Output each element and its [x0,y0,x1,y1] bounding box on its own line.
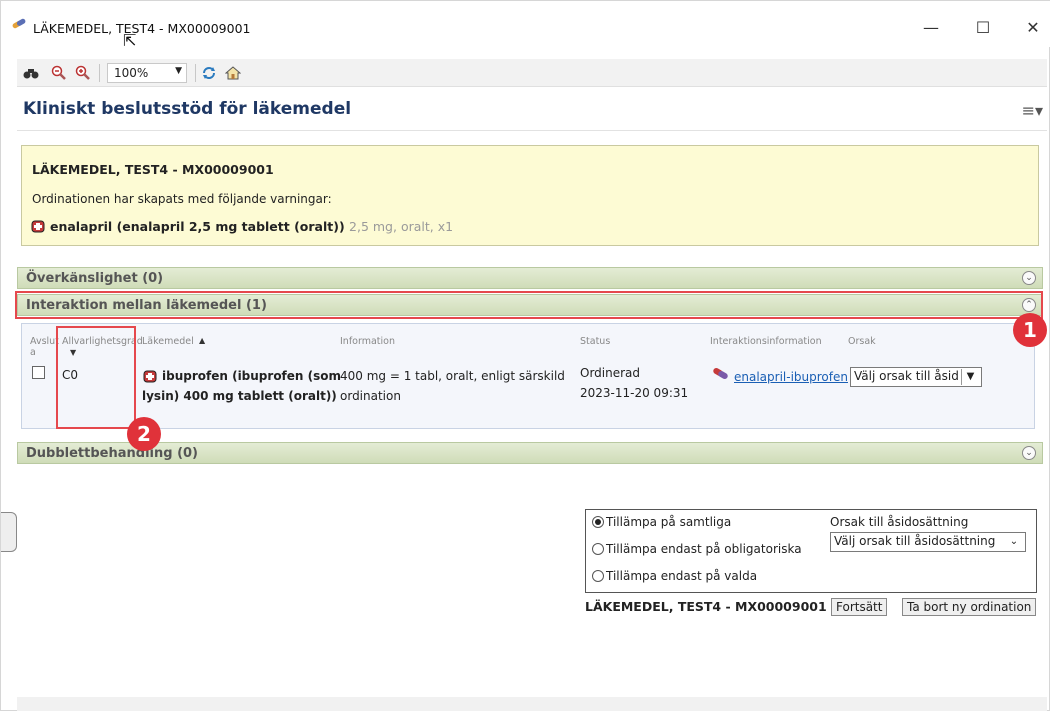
interaction-panel: Avslut a Allvarlighetsgrad ▼ Läkemedel ▲… [21,323,1035,429]
callout-badge-1: 1 [1013,313,1047,347]
app-icon [12,18,26,29]
sort-up-icon: ▲ [199,336,206,345]
col-header-interinfo: Interaktionsinformation [710,336,822,347]
footer-patient-name: LÄKEMEDEL, TEST4 - MX00009001 [585,599,827,614]
home-icon[interactable] [225,65,241,81]
refresh-icon[interactable] [201,65,217,81]
section-duplicate[interactable]: Dubblettbehandling (0) ⌄ [17,442,1043,464]
page-header: Kliniskt beslutsstöd för läkemedel ≡▾ [17,91,1047,131]
toolbar-separator [195,64,196,82]
toolbar-separator [99,64,100,82]
interaction-info: 400 mg = 1 tabl, oralt, enligt särskild … [340,369,565,403]
warning-drug: enalapril (enalapril 2,5 mg tablett (ora… [30,218,453,234]
window-title: LÄKEMEDEL, TEST4 - MX00009001 [33,21,251,36]
title-bar: LÄKEMEDEL, TEST4 - MX00009001 ⇱ — ☐ ✕ [1,1,1050,50]
radio-apply-mandatory-label: Tillämpa endast på obligatoriska [606,542,802,556]
warning-box: LÄKEMEDEL, TEST4 - MX00009001 Ordination… [21,145,1039,246]
reason-select[interactable]: Välj orsak till åsid ▼ [850,367,982,387]
section-hypersensitivity-label: Överkänslighet (0) [26,271,164,286]
minimize-button[interactable]: — [911,15,951,41]
highlight-box-2 [56,326,136,429]
radio-apply-all[interactable] [592,516,604,528]
radio-apply-selected[interactable] [592,570,604,582]
side-panel-handle[interactable] [1,512,17,552]
override-reason-select[interactable]: Välj orsak till åsidosättning ⌄ [830,532,1026,552]
apply-options-box: Tillämpa på samtliga Tillämpa endast på … [585,509,1037,593]
status-date: 2023-11-20 09:31 [580,386,689,400]
expand-icon[interactable]: ⌄ [1022,271,1036,285]
col-header-reason: Orsak [848,336,876,347]
zoom-select[interactable]: 100% ▼ [107,63,187,83]
status-value: Ordinerad [580,366,641,380]
interaction-icon [713,368,728,379]
row-checkbox[interactable] [32,366,45,379]
col-header-status: Status [580,336,611,347]
radio-apply-selected-label: Tillämpa endast på valda [606,569,758,583]
mouse-cursor-icon: ⇱ [123,31,137,50]
chevron-down-icon: ⌄ [1009,536,1019,547]
warning-drug-detail: 2,5 mg, oralt, x1 [349,219,454,234]
hamburger-menu-icon[interactable]: ≡▾ [1022,101,1043,120]
radio-apply-mandatory[interactable] [592,543,604,555]
continue-button[interactable]: Fortsätt [831,598,888,616]
override-reason-value: Välj orsak till åsidosättning [834,534,996,548]
binoculars-icon[interactable] [23,65,39,81]
override-reason-label: Orsak till åsidosättning [830,515,969,529]
col-header-avslut: Avslut a [30,336,59,358]
chevron-down-icon: ▼ [961,369,979,385]
toolbar: 100% ▼ [17,59,1047,87]
col-header-drug[interactable]: Läkemedel [142,336,194,347]
interaction-drug-name: ibuprofen (ibuprofen (som lysin) 400 mg … [142,369,342,403]
app-window: LÄKEMEDEL, TEST4 - MX00009001 ⇱ — ☐ ✕ 10… [0,0,1050,711]
patient-name: LÄKEMEDEL, TEST4 - MX00009001 [32,162,274,177]
col-header-info: Information [340,336,395,347]
expand-icon[interactable]: ⌄ [1022,446,1036,460]
warning-drug-name: enalapril (enalapril 2,5 mg tablett (ora… [50,219,345,234]
bottom-strip [17,697,1047,711]
page-title: Kliniskt beslutsstöd för läkemedel [23,99,352,119]
zoom-out-icon[interactable] [51,65,67,81]
radio-apply-all-label: Tillämpa på samtliga [606,515,732,529]
zoom-value: 100% [114,66,149,80]
medication-warning-icon [31,220,45,233]
maximize-button[interactable]: ☐ [963,15,1003,41]
callout-badge-2: 2 [127,417,161,451]
chevron-down-icon: ▼ [175,66,182,76]
reason-select-value: Välj orsak till åsid [854,369,959,383]
section-duplicate-label: Dubblettbehandling (0) [26,446,198,461]
remove-order-button[interactable]: Ta bort ny ordination [902,598,1037,616]
highlight-box-1 [15,291,1043,319]
interaction-link[interactable]: enalapril-ibuprofen [734,370,848,384]
close-button[interactable]: ✕ [1013,15,1050,41]
zoom-in-icon[interactable] [75,65,91,81]
section-hypersensitivity[interactable]: Överkänslighet (0) ⌄ [17,267,1043,289]
warning-message: Ordinationen har skapats med följande va… [32,192,332,206]
